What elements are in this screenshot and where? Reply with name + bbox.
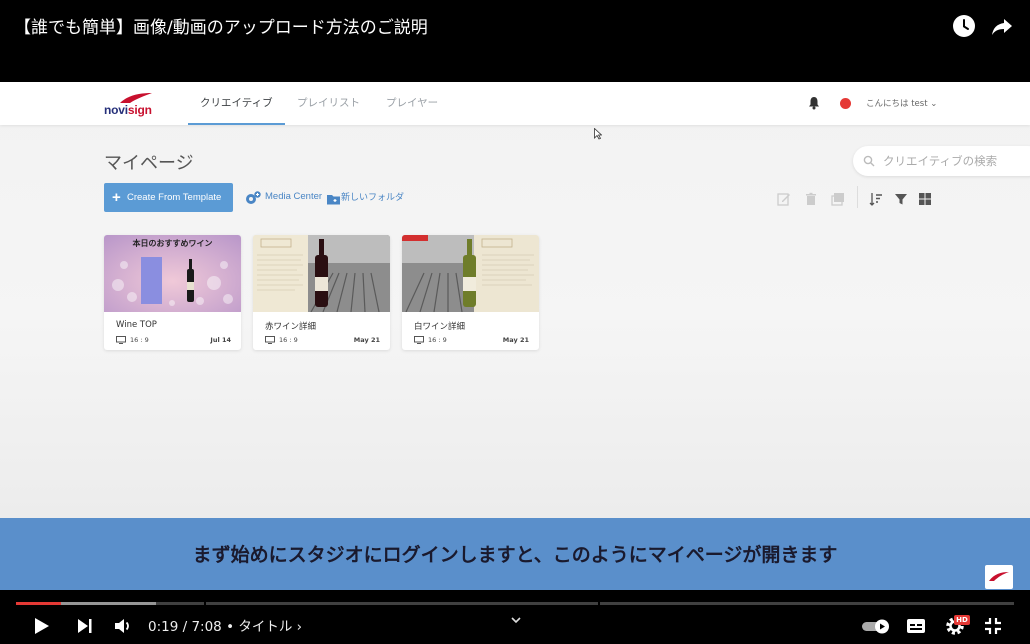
card-date: May 21 xyxy=(353,336,380,344)
card-aspect-ratio: 16 : 9 xyxy=(428,336,447,344)
duplicate-icon[interactable] xyxy=(831,192,845,206)
user-menu[interactable]: こんにちは test ⌄ xyxy=(866,97,937,109)
logo-text-novi: novi xyxy=(104,103,128,117)
tab-playlist[interactable]: プレイリスト xyxy=(285,82,372,125)
create-button-label: Create From Template xyxy=(127,192,222,203)
novisign-logo[interactable]: novisign xyxy=(104,92,158,117)
creative-card-wine-top[interactable]: 本日のおすすめワイン Wine TOP 16 : 9 Jul 14 xyxy=(104,235,241,350)
new-folder-icon xyxy=(327,195,340,205)
card-thumbnail xyxy=(253,235,390,312)
thumb-title: 本日のおすすめワイン xyxy=(132,239,213,248)
search-input[interactable] xyxy=(883,152,1030,170)
card-aspect-ratio: 16 : 9 xyxy=(130,336,149,344)
autoplay-toggle-icon[interactable] xyxy=(861,615,893,637)
monitor-icon xyxy=(414,336,424,344)
sort-icon[interactable] xyxy=(869,192,883,206)
subtitles-icon[interactable] xyxy=(905,615,927,637)
bell-icon[interactable] xyxy=(807,96,821,110)
video-title[interactable]: 【誰でも簡単】画像/動画のアップロード方法のご説明 xyxy=(14,13,428,38)
watch-later-icon[interactable] xyxy=(952,14,976,38)
volume-icon[interactable] xyxy=(112,615,134,637)
card-date: Jul 14 xyxy=(210,336,231,344)
hd-badge: HD xyxy=(954,615,970,625)
card-thumbnail xyxy=(402,235,539,312)
share-icon[interactable] xyxy=(990,14,1014,38)
edit-icon[interactable] xyxy=(777,192,791,206)
plus-icon: + xyxy=(112,189,121,206)
exit-fullscreen-icon[interactable] xyxy=(982,615,1004,637)
chapter-title[interactable]: • タイトル › xyxy=(226,619,302,635)
card-name: Wine TOP xyxy=(116,320,157,330)
monitor-icon xyxy=(116,336,126,344)
grid-view-icon[interactable] xyxy=(918,192,932,206)
play-icon[interactable] xyxy=(30,615,52,637)
chapter-marker xyxy=(204,602,206,605)
chapter-marker xyxy=(598,602,600,605)
subtitle-band: まず始めにスタジオにログインしますと、このようにマイページが開きます xyxy=(0,518,1030,590)
toolbar-divider xyxy=(857,186,858,208)
channel-watermark[interactable] xyxy=(985,565,1013,589)
monitor-icon xyxy=(265,336,275,344)
app-screen: novisign クリエイティブ プレイリスト プレイヤー こんにちは test… xyxy=(0,82,1030,518)
filter-icon[interactable] xyxy=(894,192,908,206)
tab-creative[interactable]: クリエイティブ xyxy=(188,82,285,125)
trash-icon[interactable] xyxy=(804,192,818,206)
time-elapsed-total: 0:19 / 7:08 xyxy=(148,619,222,635)
search-box[interactable] xyxy=(853,146,1030,176)
card-name: 赤ワイン詳細 xyxy=(265,322,317,332)
create-from-template-button[interactable]: + Create From Template xyxy=(104,183,233,212)
card-date: May 21 xyxy=(502,336,529,344)
tab-player[interactable]: プレイヤー xyxy=(374,82,450,125)
new-folder-button[interactable]: 新しいフォルダ xyxy=(341,190,404,203)
logo-text-sign: sign xyxy=(127,103,152,117)
media-center-button[interactable]: Media Center xyxy=(265,191,322,202)
time-display: 0:19 / 7:08 • タイトル › xyxy=(148,615,302,635)
new-badge xyxy=(402,235,428,241)
card-name: 白ワイン詳細 xyxy=(414,322,466,332)
mouse-cursor-icon xyxy=(594,128,602,140)
card-aspect-ratio: 16 : 9 xyxy=(279,336,298,344)
user-greeting: こんにちは test xyxy=(866,99,928,109)
chevron-down-icon: ⌄ xyxy=(930,99,938,109)
media-center-icon xyxy=(246,191,261,204)
progress-track[interactable] xyxy=(16,602,1014,605)
subtitle-text: まず始めにスタジオにログインしますと、このようにマイページが開きます xyxy=(192,544,838,566)
progress-played xyxy=(16,602,61,605)
page-title: マイページ xyxy=(104,153,194,174)
logo-swoosh-icon xyxy=(989,572,1009,581)
search-icon xyxy=(863,155,875,167)
status-dot xyxy=(840,98,851,109)
creative-card-red-wine[interactable]: 赤ワイン詳細 16 : 9 May 21 xyxy=(253,235,390,350)
video-title-bar: 【誰でも簡単】画像/動画のアップロード方法のご説明 xyxy=(0,0,1030,82)
card-thumbnail: 本日のおすすめワイン xyxy=(104,235,241,312)
creative-card-white-wine[interactable]: 白ワイン詳細 16 : 9 May 21 xyxy=(402,235,539,350)
app-navbar: novisign クリエイティブ プレイリスト プレイヤー こんにちは test… xyxy=(0,82,1030,125)
next-icon[interactable] xyxy=(74,615,96,637)
player-controls: 0:19 / 7:08 • タイトル › HD xyxy=(0,590,1030,644)
chevron-down-icon[interactable] xyxy=(510,614,522,626)
